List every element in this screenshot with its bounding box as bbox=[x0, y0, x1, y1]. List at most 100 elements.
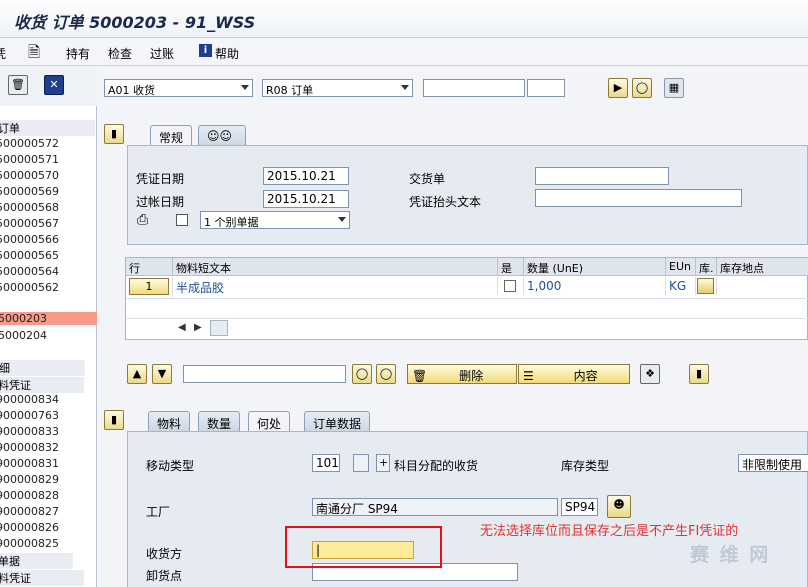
row-line-button[interactable]: 1 bbox=[129, 278, 169, 295]
sidebar-order[interactable]: 4500000568 bbox=[0, 201, 59, 214]
content-button[interactable]: ☰ 内容 bbox=[518, 364, 630, 384]
sidebar-doc[interactable]: 4900000829 bbox=[0, 473, 59, 486]
title-bar: 收货 订单 5000203 - 91_WSS bbox=[0, 0, 808, 38]
post-date-input[interactable]: 2015.10.21 bbox=[263, 190, 349, 208]
stock-icon[interactable] bbox=[697, 278, 714, 294]
annotation-highlight-box bbox=[285, 526, 442, 568]
reference-item-input[interactable] bbox=[527, 79, 565, 97]
close-icon[interactable]: ✕ bbox=[44, 75, 64, 95]
slip-select[interactable]: 1 个别单据 bbox=[200, 211, 350, 229]
col-header: 库. bbox=[696, 258, 717, 276]
check-button[interactable]: 检查 bbox=[108, 45, 132, 62]
select-all-icon[interactable]: ▲ bbox=[127, 364, 147, 384]
row-ok-checkbox[interactable] bbox=[504, 280, 516, 292]
grid-search-input[interactable] bbox=[183, 365, 346, 383]
fullscreen-icon[interactable]: ❖ bbox=[640, 364, 660, 384]
col-header: 物料短文本 bbox=[173, 258, 498, 276]
info-icon: i bbox=[199, 44, 212, 57]
binoculars-icon[interactable]: ◯ bbox=[632, 78, 652, 98]
tab-quantity[interactable]: 数量 bbox=[198, 411, 241, 431]
doc-date-input[interactable]: 2015.10.21 bbox=[263, 167, 349, 185]
scrollbar-thumb[interactable] bbox=[210, 320, 228, 336]
document-icon: ☰ bbox=[523, 369, 534, 383]
sidebar-order[interactable]: 4500000570 bbox=[0, 169, 59, 182]
tab-where[interactable]: 何处 bbox=[248, 411, 291, 431]
col-header: 是 bbox=[498, 258, 524, 276]
grid-icon[interactable]: ▦ bbox=[664, 78, 684, 98]
sidebar-toolbar: 🗑 ✕ bbox=[0, 66, 97, 106]
plant-code-input[interactable]: SP94 bbox=[561, 498, 598, 516]
delete-button[interactable]: 🗑 删除 bbox=[407, 364, 517, 384]
chevron-down-icon bbox=[338, 217, 346, 222]
row-stock-cell[interactable] bbox=[696, 277, 717, 295]
header-collapse-icon[interactable]: ▮ bbox=[104, 124, 124, 144]
trash-icon[interactable]: 🗑 bbox=[8, 75, 28, 95]
reference-select[interactable]: R08 订单 bbox=[262, 79, 413, 97]
window-title: 收货 订单 5000203 - 91_WSS bbox=[14, 13, 256, 32]
post-button[interactable]: 过账 bbox=[150, 45, 174, 62]
stock-type-label: 库存类型 bbox=[561, 459, 610, 473]
tab-material[interactable]: 物料 bbox=[148, 411, 191, 431]
new-doc-icon[interactable]: 🗎 bbox=[28, 42, 40, 67]
filter-icon[interactable]: ▼ bbox=[152, 364, 172, 384]
row-material-text[interactable]: 半成品胶 bbox=[173, 277, 498, 295]
header-text-input[interactable] bbox=[535, 189, 742, 207]
sidebar-order[interactable]: 4500000566 bbox=[0, 233, 59, 246]
person-icon[interactable]: ☻ bbox=[607, 495, 631, 518]
annotation-note: 无法选择库位而且保存之后是不产生FI凭证的 bbox=[480, 524, 739, 539]
row-ok-cell[interactable] bbox=[498, 277, 524, 295]
action-select[interactable]: A01 收货 bbox=[104, 79, 253, 97]
stock-type-select[interactable]: 非限制使用 bbox=[738, 454, 808, 472]
sidebar-order[interactable]: 4500000565 bbox=[0, 249, 59, 262]
sidebar-order[interactable]: 4500000569 bbox=[0, 185, 59, 198]
plus-indicator: + bbox=[376, 454, 390, 472]
sidebar-order[interactable]: 4500000571 bbox=[0, 153, 59, 166]
people-icon: ☺☺ bbox=[207, 129, 233, 143]
execute-icon[interactable]: ▶ bbox=[608, 78, 628, 98]
sidebar-doc[interactable]: 4900000826 bbox=[0, 521, 59, 534]
movement-type-input[interactable]: 101 bbox=[312, 454, 340, 472]
printer-icon[interactable]: ⎙ bbox=[137, 212, 148, 228]
tab-partner[interactable]: ☺☺ bbox=[198, 125, 246, 145]
stock-overview-icon[interactable]: ▮ bbox=[689, 364, 709, 384]
scroll-right-icon[interactable]: ▶ bbox=[194, 322, 202, 333]
col-header: EUn bbox=[666, 258, 696, 276]
header-panel: 凭证日期 2015.10.21 过帐日期 2015.10.21 交货单 凭证抬头… bbox=[127, 145, 808, 245]
sidebar-header-matdocs2: 物料凭证 bbox=[0, 570, 84, 586]
sidebar-doc[interactable]: 4900000825 bbox=[0, 537, 59, 550]
sidebar-doc[interactable]: 4900000827 bbox=[0, 505, 59, 518]
sidebar-doc[interactable]: 4900000828 bbox=[0, 489, 59, 502]
tab-general[interactable]: 常规 bbox=[150, 125, 193, 145]
sidebar-order-selected[interactable]: 5000203 bbox=[0, 312, 97, 325]
row-unit[interactable]: KG bbox=[666, 277, 696, 295]
sidebar-order[interactable]: 4500000572 bbox=[0, 137, 59, 150]
find-next-icon[interactable]: ◯ bbox=[376, 364, 396, 384]
tab-order-data[interactable]: 订单数据 bbox=[304, 411, 371, 431]
find-icon[interactable]: ◯ bbox=[352, 364, 372, 384]
row-quantity[interactable]: 1,000 bbox=[524, 277, 666, 295]
plant-display: 南通分厂 SP94 bbox=[312, 498, 558, 516]
sidebar-order[interactable]: 4500000564 bbox=[0, 265, 59, 278]
sidebar-order[interactable]: 5000204 bbox=[0, 329, 47, 342]
detail-collapse-icon[interactable]: ▮ bbox=[104, 410, 124, 430]
scroll-left-icon[interactable]: ◀ bbox=[178, 322, 186, 333]
watermark-logo: 赛 维 网 bbox=[690, 544, 771, 566]
sidebar-order[interactable]: 4500000567 bbox=[0, 217, 59, 230]
sidebar-doc[interactable]: 4900000834 bbox=[0, 393, 59, 406]
sidebar-doc[interactable]: 4900000831 bbox=[0, 457, 59, 470]
sidebar-doc[interactable]: 4900000833 bbox=[0, 425, 59, 438]
sidebar-doc[interactable]: 4900000763 bbox=[0, 409, 59, 422]
sidebar-doc[interactable]: 4900000832 bbox=[0, 441, 59, 454]
sidebar-header-detail: 明细 bbox=[0, 360, 85, 376]
delivery-note-input[interactable] bbox=[535, 167, 669, 185]
print-checkbox[interactable] bbox=[176, 214, 188, 226]
application-toolbar: 凭 🗎 持有 检查 过账 i 帮助 bbox=[0, 38, 808, 66]
plant-label: 工厂 bbox=[146, 505, 171, 519]
help-button[interactable]: 帮助 bbox=[215, 45, 239, 62]
sidebar-order[interactable]: 4500000562 bbox=[0, 281, 59, 294]
reference-doc-input[interactable] bbox=[423, 79, 525, 97]
partial-toolbar-label[interactable]: 凭 bbox=[0, 45, 6, 62]
hold-button[interactable]: 持有 bbox=[66, 45, 90, 62]
table-row[interactable]: 1 bbox=[126, 277, 173, 297]
post-date-label: 过帐日期 bbox=[136, 195, 185, 209]
